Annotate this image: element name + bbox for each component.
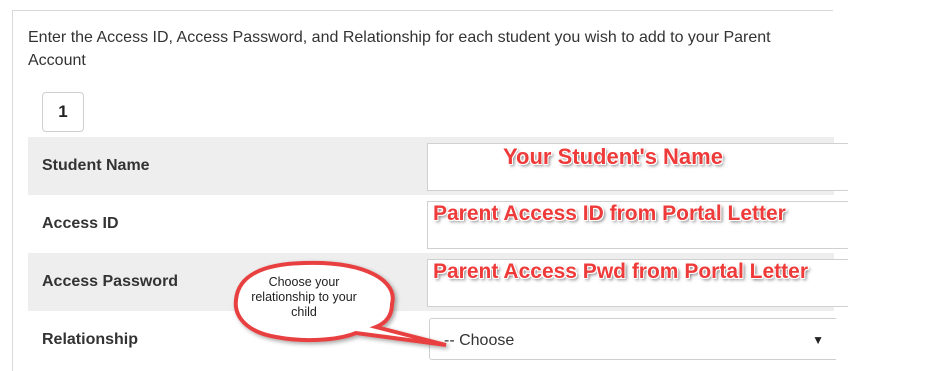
student-name-row: Student Name Your Student's Name <box>28 137 848 195</box>
instructions-text: Enter the Access ID, Access Password, an… <box>28 29 771 69</box>
access-id-row: Access ID Parent Access ID from Portal L… <box>28 195 848 253</box>
caret-down-icon: ▼ <box>812 333 824 347</box>
relationship-select[interactable]: -- Choose ▼ <box>429 318 836 360</box>
access-password-annotation: Parent Access Pwd from Portal Letter <box>433 260 809 283</box>
student-name-annotation: Your Student's Name <box>503 144 723 169</box>
student-index-badge[interactable]: 1 <box>42 92 84 132</box>
student-name-label: Student Name <box>42 157 150 174</box>
access-id-annotation: Parent Access ID from Portal Letter <box>433 202 786 225</box>
relationship-select-value: -- Choose <box>444 332 515 349</box>
access-id-label: Access ID <box>42 215 119 232</box>
access-password-row: Access Password Parent Access Pwd from P… <box>28 253 848 311</box>
relationship-label: Relationship <box>42 331 139 348</box>
access-password-label: Access Password <box>42 273 179 290</box>
callout-text: Choose your relationship to your child <box>251 275 357 319</box>
